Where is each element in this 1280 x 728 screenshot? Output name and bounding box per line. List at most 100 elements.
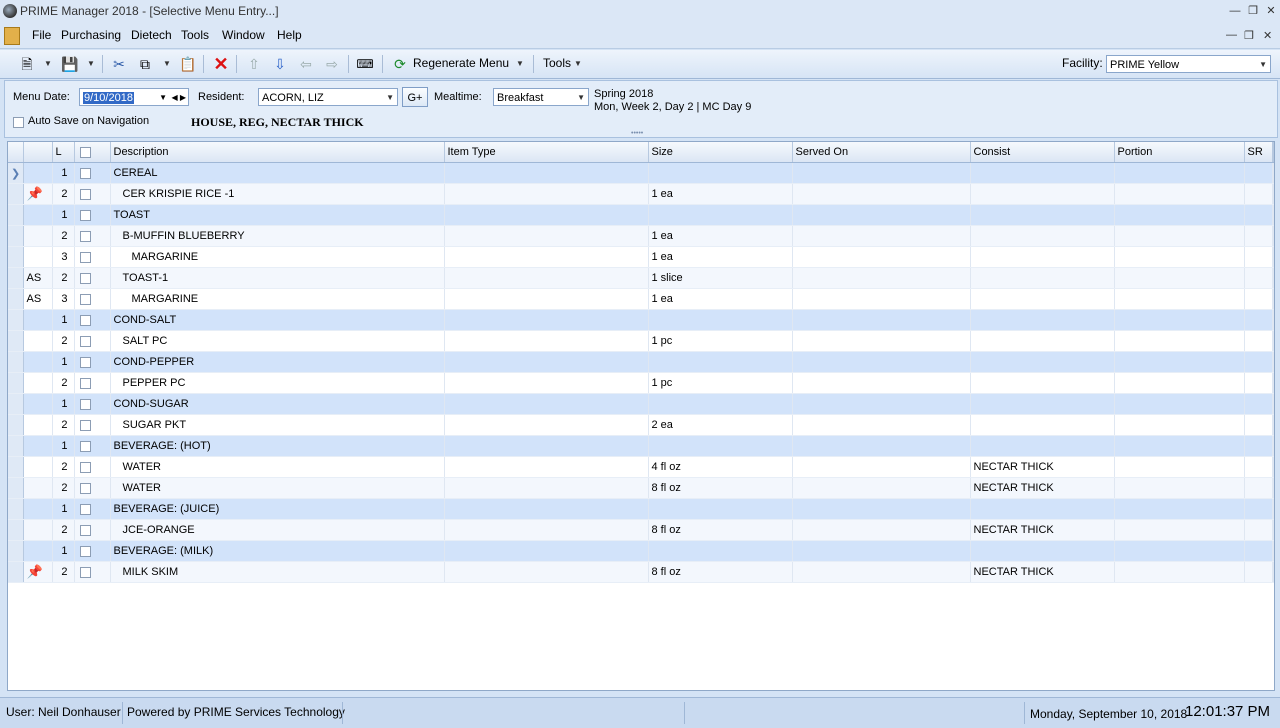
row-selector[interactable]	[8, 225, 24, 247]
table-row[interactable]: 2 JCE-ORANGE 8 fl oz NECTAR THICK	[8, 519, 1274, 541]
column-header-item-type[interactable]: Item Type	[444, 142, 649, 163]
row-selector[interactable]	[8, 519, 24, 541]
row-selector[interactable]	[8, 288, 24, 310]
row-selector[interactable]	[8, 435, 24, 457]
table-row[interactable]: ❯ 1 CEREAL	[8, 162, 1274, 184]
menu-purchasing[interactable]: Purchasing	[61, 28, 121, 42]
tools-dropdown-icon[interactable]: ▼	[574, 55, 582, 73]
row-selector[interactable]	[8, 246, 24, 268]
new-dropdown-icon[interactable]: ▼	[44, 55, 52, 73]
copy-dropdown-icon[interactable]: ▼	[163, 55, 171, 73]
row-checkbox[interactable]	[79, 251, 91, 263]
row-select[interactable]	[74, 435, 111, 457]
save-icon[interactable]: 💾	[60, 55, 80, 73]
facility-select[interactable]: PRIME Yellow ▼	[1106, 55, 1271, 73]
table-row[interactable]: 1 COND-SUGAR	[8, 393, 1274, 415]
row-select[interactable]	[74, 330, 111, 352]
copy-icon[interactable]: ⧉	[135, 55, 155, 73]
delete-icon[interactable]: ✕	[211, 55, 231, 73]
row-checkbox[interactable]	[79, 377, 91, 389]
menu-dietech[interactable]: Dietech	[131, 28, 172, 42]
row-checkbox[interactable]	[79, 440, 91, 452]
row-selector[interactable]: ❯	[8, 162, 24, 184]
close-icon[interactable]: ✕	[1262, 3, 1280, 19]
row-checkbox[interactable]	[79, 545, 91, 557]
row-checkbox[interactable]	[79, 272, 91, 284]
menu-window[interactable]: Window	[222, 28, 265, 42]
table-row[interactable]: 1 BEVERAGE: (HOT)	[8, 435, 1274, 457]
row-selector[interactable]	[8, 204, 24, 226]
row-select[interactable]	[74, 540, 111, 562]
row-checkbox[interactable]	[79, 398, 91, 410]
new-icon[interactable]: 🗎	[17, 55, 37, 73]
table-row[interactable]: 1 COND-SALT	[8, 309, 1274, 331]
row-select[interactable]	[74, 498, 111, 520]
row-select[interactable]	[74, 351, 111, 373]
autosave-checkbox[interactable]	[13, 117, 24, 128]
menu-tools[interactable]: Tools	[181, 28, 209, 42]
column-header-description[interactable]: Description	[110, 142, 445, 163]
row-select[interactable]	[74, 204, 111, 226]
row-select[interactable]	[74, 183, 111, 205]
row-selector[interactable]	[8, 330, 24, 352]
table-row[interactable]: 2 WATER 4 fl oz NECTAR THICK	[8, 456, 1274, 478]
table-row[interactable]: AS 3 MARGARINE 1 ea	[8, 288, 1274, 310]
row-selector[interactable]	[8, 540, 24, 562]
row-selector[interactable]	[8, 414, 24, 436]
select-all-checkbox[interactable]	[79, 146, 91, 158]
menu-file[interactable]: File	[32, 28, 51, 42]
column-header-sr[interactable]: SR	[1244, 142, 1273, 163]
row-select[interactable]	[74, 309, 111, 331]
table-row[interactable]: 📌 2 MILK SKIM 8 fl oz NECTAR THICK	[8, 561, 1274, 583]
table-row[interactable]: 2 PEPPER PC 1 pc	[8, 372, 1274, 394]
menu-date-picker[interactable]: 9/10/2018 ▼ ◀ ▶	[79, 88, 189, 106]
table-row[interactable]: AS 2 TOAST-1 1 slice	[8, 267, 1274, 289]
row-selector[interactable]	[8, 498, 24, 520]
row-select[interactable]	[74, 267, 111, 289]
row-select[interactable]	[74, 519, 111, 541]
regenerate-menu-button[interactable]: Regenerate Menu	[413, 56, 509, 70]
chevron-down-icon[interactable]: ▼	[577, 89, 585, 107]
row-selector[interactable]	[8, 351, 24, 373]
mealtime-select[interactable]: Breakfast ▼	[493, 88, 589, 106]
row-checkbox[interactable]	[79, 482, 91, 494]
table-row[interactable]: 2 SALT PC 1 pc	[8, 330, 1274, 352]
row-checkbox[interactable]	[79, 503, 91, 515]
column-header-consist[interactable]: Consist	[970, 142, 1115, 163]
cut-icon[interactable]: ✂	[109, 55, 129, 73]
table-row[interactable]: 2 WATER 8 fl oz NECTAR THICK	[8, 477, 1274, 499]
row-selector[interactable]	[8, 561, 24, 583]
pin-icon[interactable]: 📌	[27, 564, 43, 579]
move-down-icon[interactable]: ⇩	[270, 55, 290, 73]
row-checkbox[interactable]	[79, 356, 91, 368]
date-nav-icons[interactable]: ▼ ◀ ▶	[159, 89, 186, 107]
row-select[interactable]	[74, 477, 111, 499]
row-select[interactable]	[74, 372, 111, 394]
row-selector[interactable]	[8, 477, 24, 499]
row-select[interactable]	[74, 414, 111, 436]
row-checkbox[interactable]	[79, 419, 91, 431]
row-checkbox[interactable]	[79, 293, 91, 305]
app-icon[interactable]	[3, 4, 17, 18]
keyboard-icon[interactable]: ⌨	[355, 55, 375, 73]
g-plus-button[interactable]: G+	[402, 87, 428, 107]
save-dropdown-icon[interactable]: ▼	[87, 55, 95, 73]
regenerate-dropdown-icon[interactable]: ▼	[516, 55, 524, 73]
row-select[interactable]	[74, 162, 111, 184]
chevron-down-icon[interactable]: ▼	[1259, 56, 1267, 74]
row-selector[interactable]	[8, 393, 24, 415]
column-header-level[interactable]: L	[52, 142, 75, 163]
chevron-down-icon[interactable]: ▼	[386, 89, 394, 107]
row-selector[interactable]	[8, 456, 24, 478]
resident-select[interactable]: ACORN, LIZ ▼	[258, 88, 398, 106]
row-selector[interactable]	[8, 372, 24, 394]
mdi-close-icon[interactable]: ✕	[1263, 29, 1272, 42]
row-checkbox[interactable]	[79, 524, 91, 536]
row-checkbox[interactable]	[79, 314, 91, 326]
row-selector[interactable]	[8, 183, 24, 205]
table-row[interactable]: 3 MARGARINE 1 ea	[8, 246, 1274, 268]
regenerate-icon[interactable]: ⟳	[390, 55, 410, 73]
tools-dropdown-button[interactable]: Tools	[543, 56, 571, 70]
row-select[interactable]	[74, 393, 111, 415]
select-all-header[interactable]	[74, 142, 111, 163]
